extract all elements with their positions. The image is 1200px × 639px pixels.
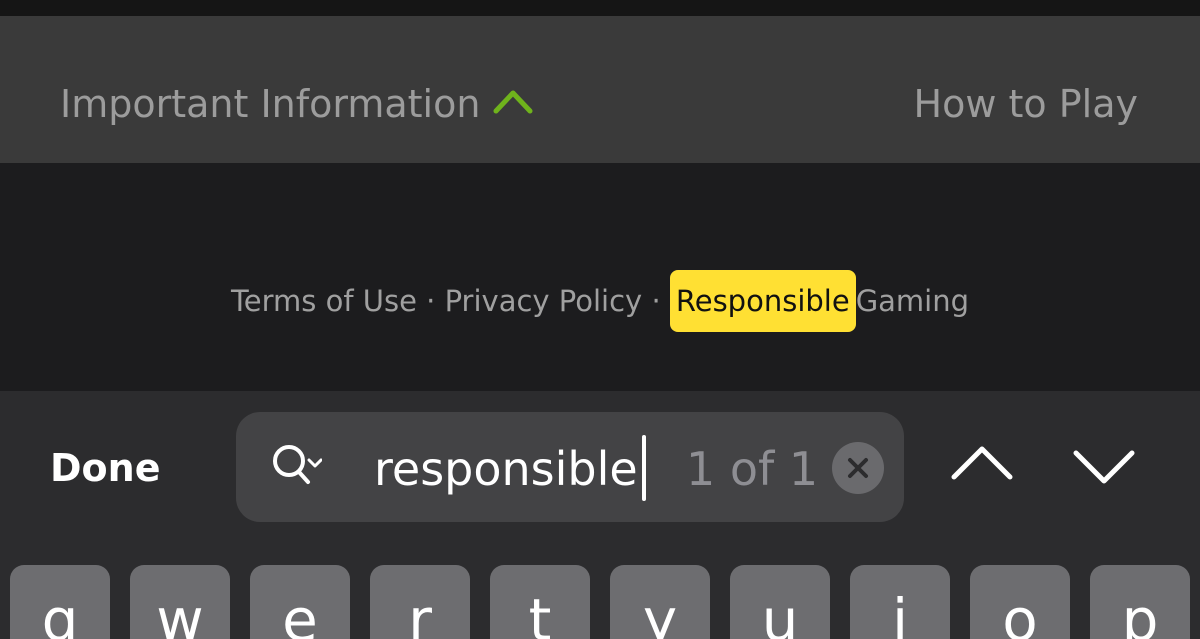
footer-separator: · <box>426 284 436 318</box>
match-count: 1 of 1 <box>686 442 819 496</box>
key-p[interactable]: p <box>1090 565 1190 639</box>
important-information-toggle[interactable]: Important Information <box>60 80 480 128</box>
magnifier-dropdown-icon[interactable] <box>270 442 322 492</box>
key-i[interactable]: i <box>850 565 950 639</box>
key-o[interactable]: o <box>970 565 1070 639</box>
done-button[interactable]: Done <box>50 444 160 492</box>
key-t[interactable]: t <box>490 565 590 639</box>
find-query-input[interactable]: responsible <box>374 442 654 496</box>
terms-of-use-link[interactable]: Terms of Use <box>231 270 417 332</box>
footer-separator: · <box>651 284 661 318</box>
chevron-up-icon[interactable] <box>493 87 533 115</box>
screen: Important Information How to Play Terms … <box>0 0 1200 639</box>
x-icon <box>848 458 868 478</box>
key-r[interactable]: r <box>370 565 470 639</box>
important-information-bar: Important Information How to Play <box>0 16 1200 163</box>
key-y[interactable]: y <box>610 565 710 639</box>
key-e[interactable]: e <box>250 565 350 639</box>
search-match-highlight[interactable]: Responsible <box>669 270 856 332</box>
keyboard: q w e r t y u i o p <box>0 539 1200 639</box>
key-u[interactable]: u <box>730 565 830 639</box>
privacy-policy-link[interactable]: Privacy Policy <box>445 270 643 332</box>
clear-icon[interactable] <box>832 442 884 494</box>
text-caret <box>642 435 646 501</box>
previous-match-chevron-up-icon[interactable] <box>950 443 1014 483</box>
find-search-field[interactable]: responsible 1 of 1 <box>236 412 904 522</box>
footer-links: Terms of Use · Privacy Policy · Responsi… <box>0 270 1200 332</box>
responsible-gaming-link-rest[interactable]: Gaming <box>856 270 969 332</box>
key-w[interactable]: w <box>130 565 230 639</box>
next-match-chevron-down-icon[interactable] <box>1072 447 1136 487</box>
how-to-play-link[interactable]: How to Play <box>914 80 1138 128</box>
page-top-strip <box>0 0 1200 16</box>
find-in-page-bar: Done responsible 1 of 1 <box>0 391 1200 539</box>
key-q[interactable]: q <box>10 565 110 639</box>
